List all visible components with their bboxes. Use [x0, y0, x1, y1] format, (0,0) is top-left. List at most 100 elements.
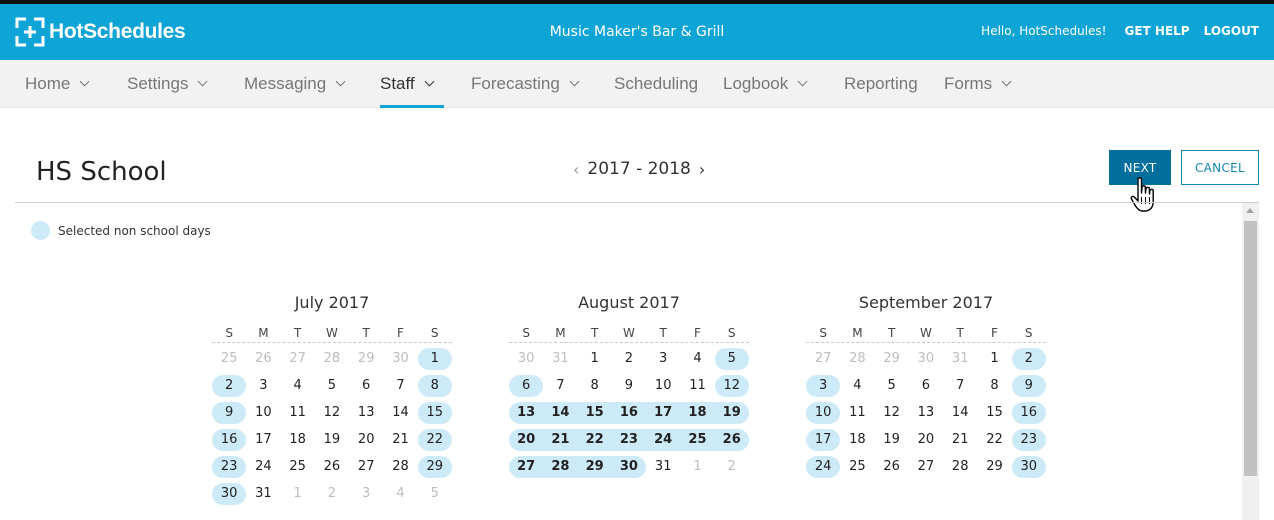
calendar-day[interactable]: 18 [281, 429, 315, 451]
calendar-day[interactable]: 7 [383, 375, 417, 397]
logo[interactable]: HotSchedules [14, 15, 186, 49]
calendar-day[interactable]: 24 [246, 456, 280, 478]
calendar-day[interactable]: 29 [875, 348, 909, 370]
calendar-day[interactable]: 28 [840, 348, 874, 370]
calendar-day[interactable]: 12 [315, 402, 349, 424]
calendar-day[interactable]: 4 [383, 483, 417, 505]
calendar-day[interactable]: 4 [840, 375, 874, 397]
calendar-day-selected[interactable]: 9 [212, 402, 247, 424]
calendar-day-selected[interactable]: 21 [543, 429, 578, 451]
calendar-day-selected[interactable]: 30 [212, 483, 247, 505]
vertical-scrollbar[interactable] [1242, 203, 1259, 520]
nav-staff[interactable]: Staff [380, 60, 444, 108]
calendar-day[interactable]: 30 [383, 348, 417, 370]
calendar-day[interactable]: 25 [212, 348, 246, 370]
calendar-day-selected[interactable]: 24 [646, 429, 681, 451]
calendar-day-selected[interactable]: 30 [611, 456, 647, 478]
calendar-day[interactable]: 20 [349, 429, 383, 451]
next-button[interactable]: NEXT [1109, 150, 1171, 185]
calendar-day-selected[interactable]: 24 [806, 456, 841, 478]
calendar-day[interactable]: 26 [875, 456, 909, 478]
scroll-thumb[interactable] [1244, 221, 1257, 476]
calendar-day-selected[interactable]: 15 [417, 402, 452, 424]
calendar-day[interactable]: 28 [315, 348, 349, 370]
calendar-day[interactable]: 15 [977, 402, 1011, 424]
calendar-day[interactable]: 30 [909, 348, 943, 370]
calendar-day[interactable]: 25 [840, 456, 874, 478]
calendar-day-selected[interactable]: 2 [212, 375, 247, 397]
calendar-day-selected[interactable]: 17 [806, 429, 841, 451]
calendar-day-selected[interactable]: 3 [806, 375, 841, 397]
calendar-day[interactable]: 27 [909, 456, 943, 478]
calendar-day[interactable]: 28 [943, 456, 977, 478]
calendar-day-selected[interactable]: 28 [543, 456, 578, 478]
calendar-day[interactable]: 21 [383, 429, 417, 451]
calendar-day-selected[interactable]: 27 [509, 456, 544, 478]
calendar-day[interactable]: 1 [281, 483, 315, 505]
calendar-day-selected[interactable]: 14 [543, 402, 578, 424]
chevron-right-icon[interactable]: › [691, 160, 713, 179]
chevron-left-icon[interactable]: ‹ [565, 160, 587, 179]
nav-reporting[interactable]: Reporting [844, 60, 918, 108]
calendar-day-selected[interactable]: 23 [611, 429, 647, 451]
calendar-day[interactable]: 17 [246, 429, 280, 451]
calendar-day[interactable]: 30 [509, 348, 543, 370]
calendar-day-selected[interactable]: 16 [212, 429, 247, 451]
calendar-day[interactable]: 29 [349, 348, 383, 370]
calendar-day[interactable]: 3 [246, 375, 280, 397]
calendar-day-selected[interactable]: 8 [417, 375, 452, 397]
cancel-button[interactable]: CANCEL [1181, 150, 1259, 185]
calendar-day[interactable]: 12 [875, 402, 909, 424]
calendar-day[interactable]: 19 [875, 429, 909, 451]
calendar-day[interactable]: 8 [977, 375, 1011, 397]
calendar-day[interactable]: 26 [315, 456, 349, 478]
calendar-day[interactable]: 5 [418, 483, 452, 505]
scroll-up-icon[interactable] [1246, 208, 1254, 213]
calendar-day-selected[interactable]: 22 [417, 429, 452, 451]
calendar-day[interactable]: 2 [315, 483, 349, 505]
calendar-day[interactable]: 10 [246, 402, 280, 424]
calendar-day[interactable]: 13 [349, 402, 383, 424]
calendar-day[interactable]: 14 [383, 402, 417, 424]
calendar-day[interactable]: 25 [281, 456, 315, 478]
calendar-day[interactable]: 27 [281, 348, 315, 370]
nav-settings[interactable]: Settings [127, 60, 208, 108]
calendar-day[interactable]: 20 [909, 429, 943, 451]
calendar-day[interactable]: 5 [315, 375, 349, 397]
calendar-day[interactable]: 11 [281, 402, 315, 424]
calendar-day[interactable]: 18 [840, 429, 874, 451]
nav-forms[interactable]: Forms [944, 60, 1012, 108]
calendar-day[interactable]: 22 [977, 429, 1011, 451]
calendar-day-selected[interactable]: 5 [714, 348, 749, 370]
calendar-day-selected[interactable]: 12 [714, 375, 749, 397]
calendar-day-selected[interactable]: 16 [611, 402, 647, 424]
calendar-day-selected[interactable]: 15 [577, 402, 612, 424]
nav-forecasting[interactable]: Forecasting [471, 60, 580, 108]
nav-home[interactable]: Home [25, 60, 90, 108]
calendar-day[interactable]: 1 [977, 348, 1011, 370]
calendar-day[interactable]: 26 [246, 348, 280, 370]
calendar-day[interactable]: 29 [977, 456, 1011, 478]
calendar-day[interactable]: 7 [543, 375, 577, 397]
nav-messaging[interactable]: Messaging [244, 60, 346, 108]
calendar-day[interactable]: 28 [383, 456, 417, 478]
calendar-day-selected[interactable]: 6 [509, 375, 544, 397]
calendar-day-selected[interactable]: 17 [646, 402, 681, 424]
calendar-day-selected[interactable]: 18 [680, 402, 715, 424]
calendar-day[interactable]: 31 [943, 348, 977, 370]
calendar-day[interactable]: 6 [349, 375, 383, 397]
nav-logbook[interactable]: Logbook [723, 60, 808, 108]
calendar-day[interactable]: 14 [943, 402, 977, 424]
calendar-day[interactable]: 4 [680, 348, 714, 370]
calendar-day[interactable]: 31 [543, 348, 577, 370]
calendar-day-selected[interactable]: 30 [1011, 456, 1046, 478]
calendar-day-selected[interactable]: 2 [1011, 348, 1046, 370]
calendar-day[interactable]: 3 [646, 348, 680, 370]
calendar-day[interactable]: 31 [646, 456, 680, 478]
calendar-day[interactable]: 3 [349, 483, 383, 505]
nav-scheduling[interactable]: Scheduling [614, 60, 698, 108]
calendar-day[interactable]: 4 [281, 375, 315, 397]
calendar-day-selected[interactable]: 10 [806, 402, 841, 424]
calendar-day[interactable]: 11 [840, 402, 874, 424]
calendar-day[interactable]: 5 [875, 375, 909, 397]
